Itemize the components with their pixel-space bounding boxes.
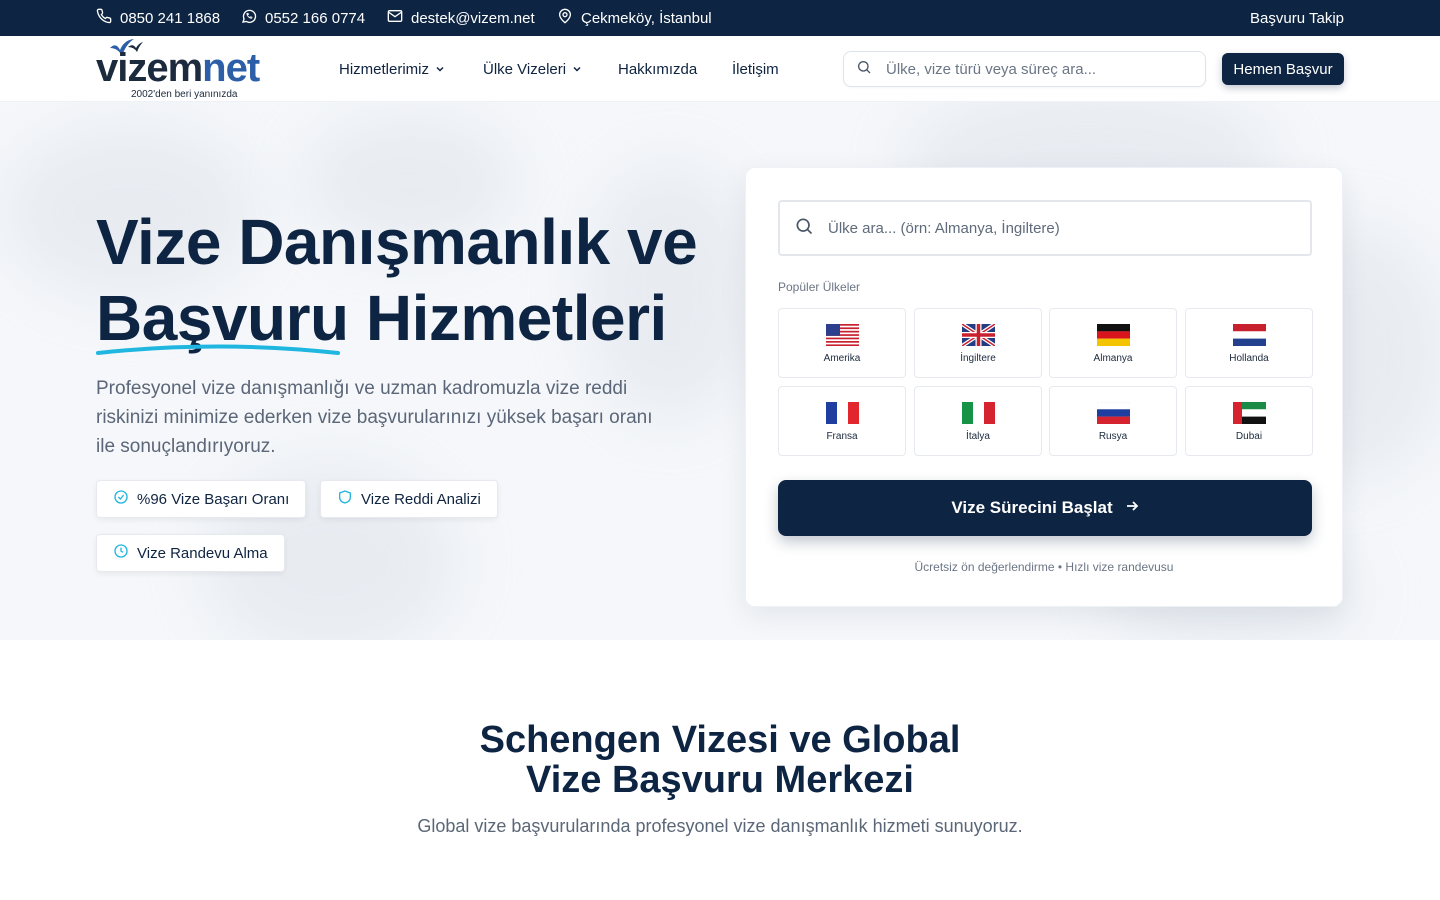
country-france[interactable]: Fransa [778, 386, 906, 456]
check-circle-icon [113, 489, 129, 509]
netherlands-flag-icon [1233, 324, 1266, 346]
italy-flag-icon [962, 402, 995, 424]
chip-success-rate[interactable]: %96 Vize Başarı Oranı [96, 480, 307, 518]
whatsapp-icon [241, 8, 257, 28]
mail-icon [387, 8, 403, 28]
location-link[interactable]: Çekmeköy, İstanbul [557, 0, 712, 36]
russia-flag-icon [1097, 402, 1130, 424]
country-search-input[interactable]: Ülke ara... (örn: Almanya, İngiltere) [778, 200, 1312, 256]
chevron-down-icon [435, 61, 445, 78]
section-title-line1: Schengen Vizesi ve Global [479, 719, 961, 761]
section-title-line2: Vize Başvuru Merkezi [526, 759, 914, 801]
nav-search-placeholder: Ülke, vize türü veya süreç ara... [886, 60, 1097, 78]
france-flag-icon [826, 402, 859, 424]
country-russia[interactable]: Rusya [1049, 386, 1177, 456]
usa-flag-icon [826, 324, 859, 346]
nav-item-services[interactable]: Hizmetlerimiz [339, 36, 445, 102]
logo-wordmark: vizemnet [96, 46, 260, 90]
germany-flag-icon [1097, 324, 1130, 346]
vizemnet-logo[interactable]: vizemnet 2002'den beri yanınızda [96, 38, 296, 100]
nav-item-contact[interactable]: İletişim [732, 36, 779, 102]
country-uk[interactable]: İngiltere [914, 308, 1042, 378]
country-search-card: Ülke ara... (örn: Almanya, İngiltere) Po… [745, 167, 1343, 607]
top-contact-bar: 0850 241 1868 0552 166 0774 destek@vizem… [0, 0, 1440, 36]
nav-search-input[interactable]: Ülke, vize türü veya süreç ara... [843, 51, 1206, 87]
hero-lead-text: Profesyonel vize danışmanlığı ve uzman k… [96, 378, 653, 457]
application-tracking-link[interactable]: Başvuru Takip [1250, 0, 1344, 36]
location-text: Çekmeköy, İstanbul [581, 9, 712, 27]
start-visa-process-button[interactable]: Vize Sürecini Başlat [778, 480, 1312, 536]
nav-item-about[interactable]: Hakkımızda [618, 36, 697, 102]
title-underline-swoosh [96, 344, 340, 355]
hero-title-line1: Vize Danışmanlık ve [96, 206, 698, 278]
chip-refusal-analysis[interactable]: Vize Reddi Analizi [320, 480, 498, 518]
popular-countries-label: Popüler Ülkeler [778, 280, 861, 294]
uae-flag-icon [1233, 402, 1266, 424]
section-subtitle: Global vize başvurularında profesyonel v… [417, 816, 1023, 836]
chevron-down-icon [572, 61, 582, 78]
phone-icon [96, 8, 112, 28]
country-search-placeholder: Ülke ara... (örn: Almanya, İngiltere) [828, 219, 1060, 237]
hero-section: Vize Danışmanlık ve Başvuru Hizmetleri P… [0, 102, 1440, 640]
map-pin-icon [557, 8, 573, 28]
chip-appointment[interactable]: Vize Randevu Alma [96, 534, 285, 572]
main-navbar: vizemnet 2002'den beri yanınızda Hizmetl… [0, 36, 1440, 102]
country-netherlands[interactable]: Hollanda [1185, 308, 1313, 378]
nav-item-country-visas[interactable]: Ülke Vizeleri [483, 36, 582, 102]
country-germany[interactable]: Almanya [1049, 308, 1177, 378]
email-link[interactable]: destek@vizem.net [387, 0, 535, 36]
phone-number-1: 0850 241 1868 [120, 9, 221, 27]
search-icon [856, 59, 872, 79]
country-usa[interactable]: Amerika [778, 308, 906, 378]
logo-tagline: 2002'den beri yanınızda [131, 89, 238, 100]
clock-icon [113, 543, 129, 563]
apply-now-button[interactable]: Hemen Başvur [1222, 53, 1344, 85]
shield-icon [337, 489, 353, 509]
uk-flag-icon [962, 324, 995, 346]
whatsapp-link[interactable]: 0552 166 0774 [241, 0, 365, 36]
phone-link-1[interactable]: 0850 241 1868 [96, 0, 220, 36]
card-footnote: Ücretsiz ön değerlendirme • Hızlı vize r… [914, 560, 1174, 574]
search-icon [794, 216, 814, 240]
phone-number-2: 0552 166 0774 [265, 9, 366, 27]
country-dubai[interactable]: Dubai [1185, 386, 1313, 456]
email-address: destek@vizem.net [411, 9, 535, 27]
country-italy[interactable]: İtalya [914, 386, 1042, 456]
arrow-right-icon [1125, 498, 1139, 518]
